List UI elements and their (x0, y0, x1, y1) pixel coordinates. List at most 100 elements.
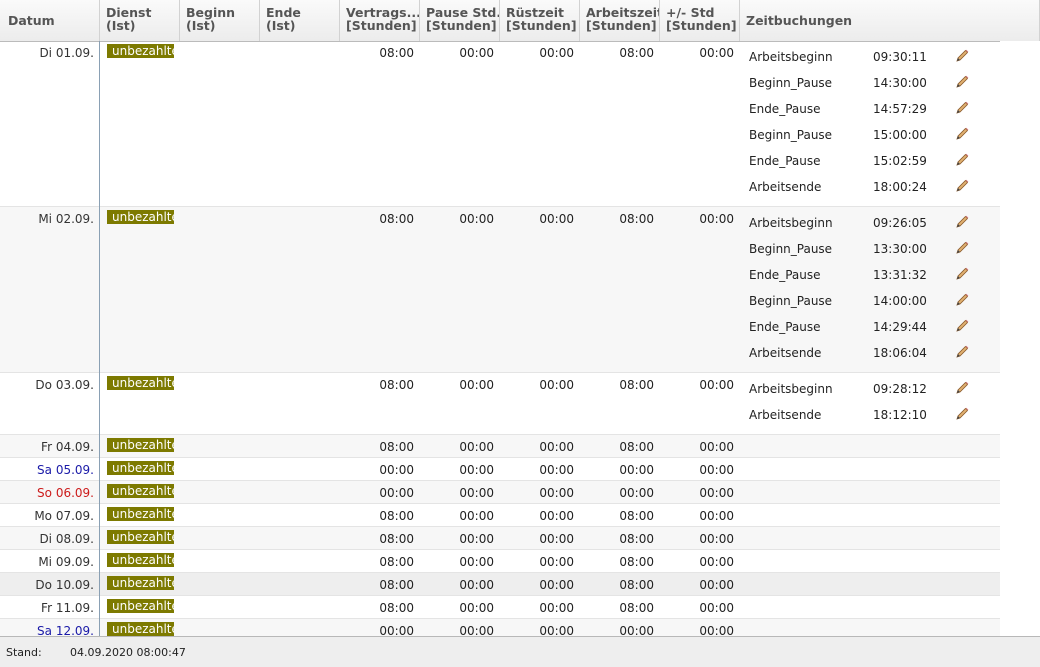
column-header-zeitbuchungen[interactable]: Zeitbuchungen (740, 0, 1040, 41)
column-header-ende[interactable]: Ende (Ist) (260, 0, 340, 41)
booking-type: Beginn_Pause (749, 242, 833, 256)
service-badge: unbezahlte (107, 210, 174, 224)
pencil-icon[interactable] (954, 100, 970, 116)
booking-type: Arbeitsende (749, 408, 822, 422)
table-row[interactable]: Fr 04.09. unbezahlte 08:00 00:00 00:00 08:00 0… (0, 435, 1000, 458)
cell-diff: 00:00 (699, 463, 734, 477)
row-date: Mo 07.09. (34, 509, 94, 523)
cell-arbeit: 00:00 (619, 624, 654, 636)
table-row[interactable]: Sa 05.09. unbezahlte 00:00 00:00 00:00 00:00 0… (0, 458, 1000, 481)
pencil-icon[interactable] (954, 74, 970, 90)
pencil-icon[interactable] (954, 292, 970, 308)
booking-time: 15:00:00 (873, 128, 927, 142)
booking-entry: Beginn_Pause 14:30:00 (740, 69, 1000, 95)
column-header-label: Zeitbuchungen (746, 13, 853, 28)
service-badge: unbezahlte (107, 461, 174, 475)
table-row[interactable]: Mi 02.09. unbezahlte 08:00 00:00 00:00 08:00 0… (0, 207, 1000, 373)
row-date: Do 10.09. (35, 578, 94, 592)
pencil-icon[interactable] (954, 240, 970, 256)
pencil-icon[interactable] (954, 344, 970, 360)
cell-vertrag: 00:00 (379, 486, 414, 500)
table-row[interactable]: Di 08.09. unbezahlte 08:00 00:00 00:00 08:00 0… (0, 527, 1000, 550)
table-row[interactable]: Sa 12.09. unbezahlte 00:00 00:00 00:00 00:00 0… (0, 619, 1000, 636)
booking-type: Beginn_Pause (749, 294, 833, 308)
cell-diff: 00:00 (699, 212, 734, 226)
booking-entry: Arbeitsbeginn 09:30:11 (740, 43, 1000, 69)
table-row[interactable]: Mi 09.09. unbezahlte 08:00 00:00 00:00 08:00 0… (0, 550, 1000, 573)
column-header-dienst[interactable]: Dienst (Ist) (100, 0, 180, 41)
row-date: Mi 09.09. (38, 555, 94, 569)
pencil-icon[interactable] (954, 126, 970, 142)
service-badge: unbezahlte (107, 507, 174, 521)
cell-pause: 00:00 (459, 578, 494, 592)
row-date: Di 01.09. (39, 46, 94, 60)
cell-vertrag: 08:00 (379, 212, 414, 226)
pencil-icon[interactable] (954, 266, 970, 282)
row-date: Fr 11.09. (41, 601, 94, 615)
cell-pause: 00:00 (459, 46, 494, 60)
row-date: Fr 04.09. (41, 440, 94, 454)
booking-time: 14:57:29 (873, 102, 927, 116)
column-header-unit: [Stunden] (346, 18, 417, 33)
cell-ruest: 00:00 (539, 486, 574, 500)
cell-arbeit: 00:00 (619, 463, 654, 477)
table-row[interactable]: Fr 11.09. unbezahlte 08:00 00:00 00:00 08:00 0… (0, 596, 1000, 619)
column-header-unit: [Stunden] (506, 18, 577, 33)
booking-type: Ende_Pause (749, 154, 821, 168)
cell-vertrag: 08:00 (379, 555, 414, 569)
table-row[interactable]: So 06.09. unbezahlte 00:00 00:00 00:00 00:00 0… (0, 481, 1000, 504)
column-header-datum[interactable]: Datum (0, 0, 100, 41)
cell-arbeit: 08:00 (619, 440, 654, 454)
row-date: Di 08.09. (39, 532, 94, 546)
cell-vertrag: 08:00 (379, 601, 414, 615)
service-badge: unbezahlte (107, 622, 174, 636)
pencil-icon[interactable] (954, 48, 970, 64)
service-badge: unbezahlte (107, 553, 174, 567)
cell-diff: 00:00 (699, 555, 734, 569)
column-header-ruestzeit[interactable]: Rüstzeit [Stunden] (500, 0, 580, 41)
column-header-beginn[interactable]: Beginn (Ist) (180, 0, 260, 41)
service-badge: unbezahlte (107, 484, 174, 498)
cell-diff: 00:00 (699, 624, 734, 636)
cell-pause: 00:00 (459, 532, 494, 546)
column-header-unit: (Ist) (106, 18, 136, 33)
cell-pause: 00:00 (459, 486, 494, 500)
cell-pause: 00:00 (459, 555, 494, 569)
table-row[interactable]: Di 01.09. unbezahlte 08:00 00:00 00:00 08:00 0… (0, 41, 1000, 207)
table-row[interactable]: Mo 07.09. unbezahlte 08:00 00:00 00:00 08:00 0… (0, 504, 1000, 527)
column-header-unit: [Stunden] (666, 18, 737, 33)
booking-time: 14:29:44 (873, 320, 927, 334)
booking-entry: Beginn_Pause 13:30:00 (740, 235, 1000, 261)
column-header-diff[interactable]: +/- Std [Stunden] (660, 0, 740, 41)
column-header-vertrag[interactable]: Vertrags... [Stunden] (340, 0, 420, 41)
column-header-arbeitszeit[interactable]: Arbeitszeit [Stunden] (580, 0, 660, 41)
cell-pause: 00:00 (459, 624, 494, 636)
column-header-unit: [Stunden] (426, 18, 497, 33)
booking-time: 13:30:00 (873, 242, 927, 256)
pencil-icon[interactable] (954, 406, 970, 422)
booking-type: Arbeitsbeginn (749, 216, 833, 230)
booking-time: 09:30:11 (873, 50, 927, 64)
cell-ruest: 00:00 (539, 378, 574, 392)
cell-pause: 00:00 (459, 601, 494, 615)
cell-diff: 00:00 (699, 46, 734, 60)
pencil-icon[interactable] (954, 178, 970, 194)
booking-entry: Arbeitsbeginn 09:28:12 (740, 375, 1000, 401)
pencil-icon[interactable] (954, 152, 970, 168)
booking-entry: Ende_Pause 15:02:59 (740, 147, 1000, 173)
column-header-pause[interactable]: Pause Std. [Stunden] (420, 0, 500, 41)
table-row[interactable]: Do 03.09. unbezahlte 08:00 00:00 00:00 08:00 0… (0, 373, 1000, 435)
row-date: Sa 05.09. (37, 463, 94, 477)
pencil-icon[interactable] (954, 214, 970, 230)
table-row[interactable]: Do 10.09. unbezahlte 08:00 00:00 00:00 08:00 0… (0, 573, 1000, 596)
pencil-icon[interactable] (954, 318, 970, 334)
cell-ruest: 00:00 (539, 440, 574, 454)
column-header-unit: [Stunden] (586, 18, 657, 33)
cell-vertrag: 08:00 (379, 509, 414, 523)
pencil-icon[interactable] (954, 380, 970, 396)
booking-time: 18:00:24 (873, 180, 927, 194)
service-badge: unbezahlte (107, 530, 174, 544)
booking-time: 13:31:32 (873, 268, 927, 282)
cell-pause: 00:00 (459, 440, 494, 454)
cell-diff: 00:00 (699, 509, 734, 523)
